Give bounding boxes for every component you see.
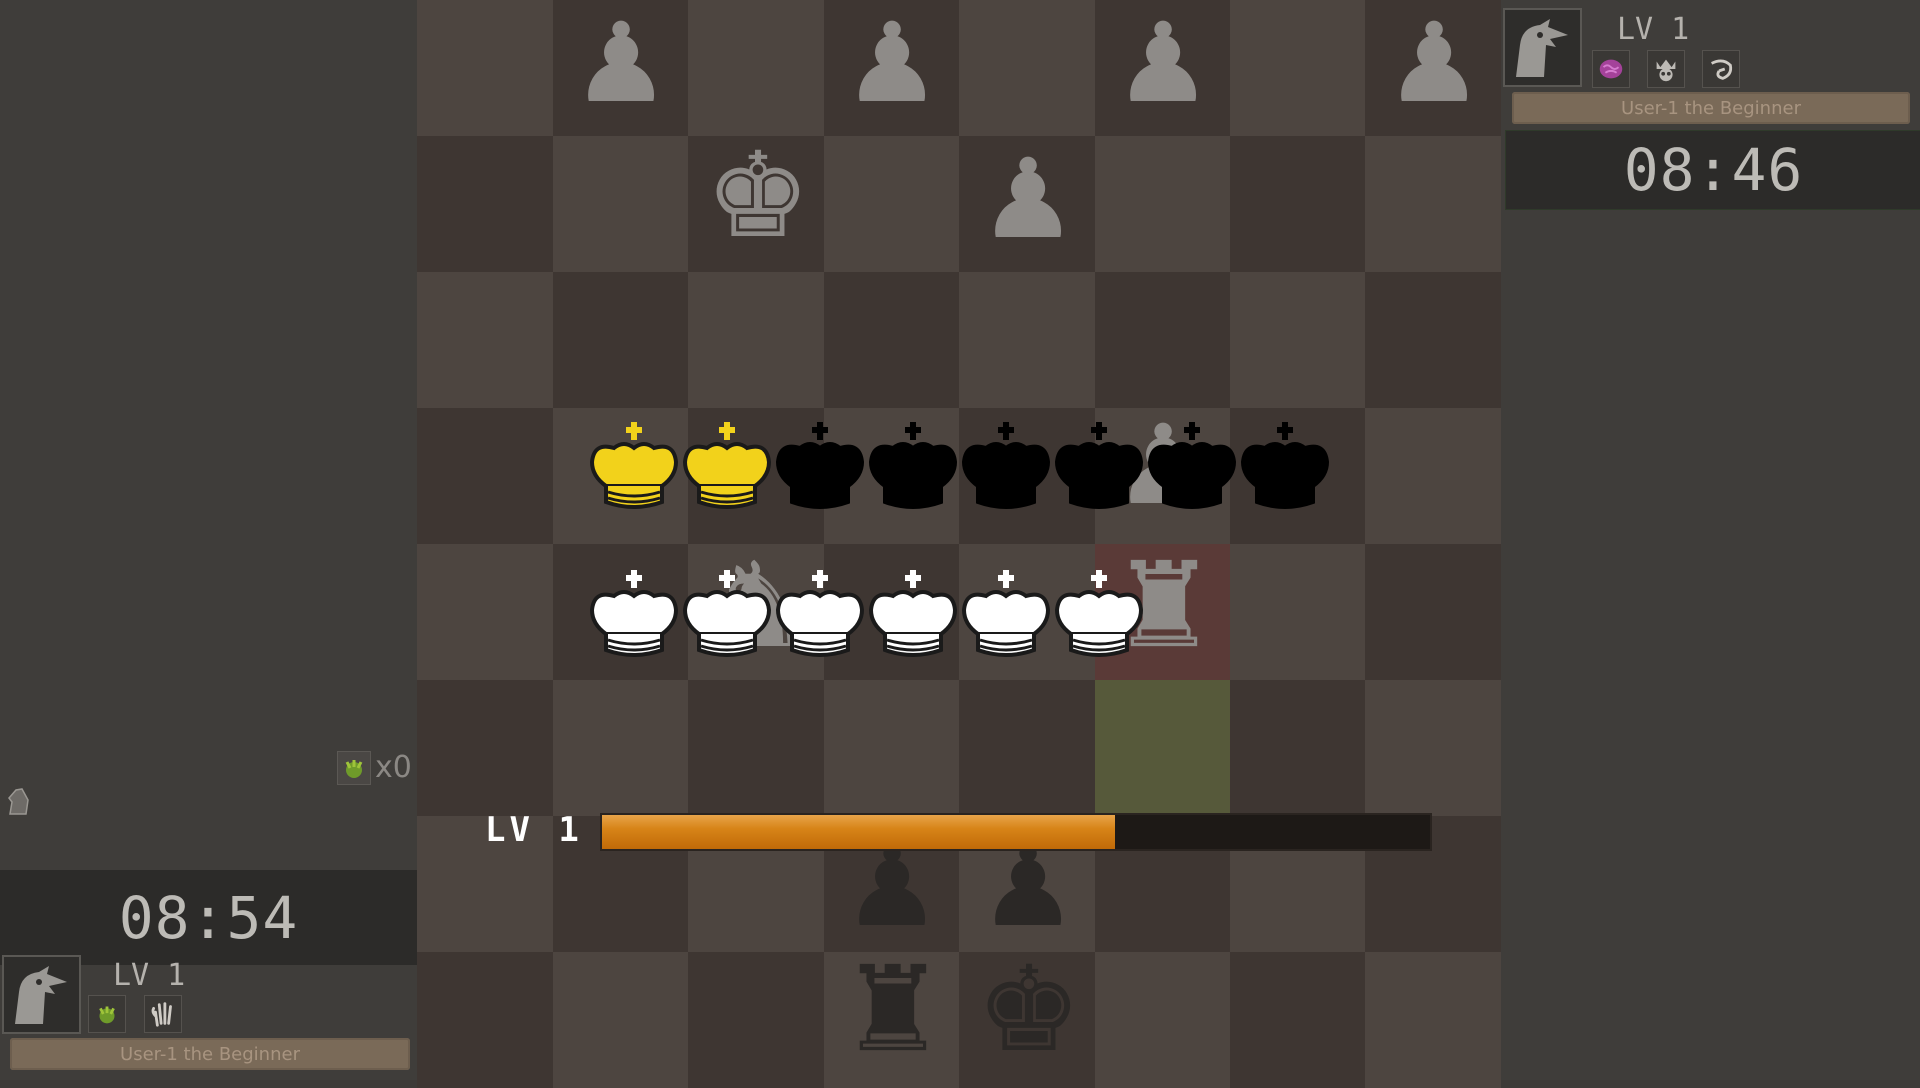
- player-clock: 08:54: [0, 870, 417, 965]
- opponent-nameplate: User-1 the Beginner: [1512, 92, 1910, 124]
- board-square[interactable]: [417, 680, 553, 816]
- white-king-crown: [682, 570, 772, 657]
- board-square[interactable]: [1364, 408, 1501, 544]
- chess-board[interactable]: ♟ ♟ ♟ ♟ ♚ ♟ ♟ ♞ ♜ ♟ ♟ ♜ ♚: [417, 0, 1501, 1088]
- board-square[interactable]: [687, 680, 824, 816]
- white-king-crown: [775, 570, 865, 657]
- skull-crown-icon[interactable]: [1647, 50, 1685, 88]
- board-square[interactable]: [1229, 680, 1366, 816]
- opponent-avatar[interactable]: [1503, 8, 1582, 87]
- board-square[interactable]: [417, 0, 553, 136]
- swirl-claw-icon[interactable]: [1702, 50, 1740, 88]
- player-king[interactable]: ♚: [976, 950, 1082, 1068]
- board-square[interactable]: [417, 952, 553, 1088]
- board-square[interactable]: [1364, 272, 1501, 408]
- board-square[interactable]: [1229, 544, 1366, 680]
- board-square[interactable]: [1093, 680, 1230, 816]
- hand-icon[interactable]: [144, 995, 182, 1033]
- black-king-crown: [1054, 422, 1144, 509]
- board-square[interactable]: [417, 272, 553, 408]
- board-square[interactable]: [417, 136, 553, 272]
- gold-king-crown: [682, 422, 772, 509]
- xp-bar-fill: [602, 815, 1116, 849]
- black-king-crown: [1147, 422, 1237, 509]
- board-square[interactable]: [1093, 952, 1230, 1088]
- gold-king-crown: [589, 422, 679, 509]
- board-square[interactable]: [552, 680, 689, 816]
- board-square[interactable]: [958, 680, 1095, 816]
- player-level: LV 1: [113, 958, 186, 993]
- player-rook[interactable]: ♜: [840, 950, 946, 1068]
- board-square[interactable]: [1229, 272, 1366, 408]
- xp-bar: [600, 813, 1432, 851]
- board-square[interactable]: [1364, 136, 1501, 272]
- brain-icon[interactable]: [1592, 50, 1630, 88]
- opponent-panel: LV 1 User-1 the Beginner 08:46: [1500, 0, 1920, 1080]
- black-king[interactable]: ♚: [705, 136, 811, 254]
- board-square[interactable]: [552, 952, 689, 1088]
- board-square[interactable]: [1364, 544, 1501, 680]
- white-king-crown: [589, 570, 679, 657]
- board-square[interactable]: [417, 408, 553, 544]
- board-square[interactable]: [1364, 680, 1501, 816]
- counter-text: x0: [375, 750, 412, 785]
- xp-level-label: LV 1: [485, 810, 583, 850]
- opponent-clock: 08:46: [1505, 130, 1920, 210]
- black-king-crown: [961, 422, 1051, 509]
- player-nameplate: User-1 the Beginner: [10, 1038, 410, 1070]
- board-square[interactable]: [823, 136, 960, 272]
- knight-move-icon[interactable]: [6, 786, 32, 816]
- white-king-crown: [1054, 570, 1144, 657]
- board-square[interactable]: [687, 952, 824, 1088]
- green-claw-icon: [337, 750, 371, 785]
- black-pawn[interactable]: ♟: [569, 8, 673, 118]
- board-square[interactable]: [687, 272, 824, 408]
- ability-counter: x0: [337, 750, 412, 785]
- white-king-crown: [868, 570, 958, 657]
- player-avatar[interactable]: [2, 955, 81, 1034]
- player-panel: x0 08:54 LV 1 User-1 the Beginner: [0, 0, 417, 1080]
- crow-icon: [1515, 18, 1568, 77]
- board-square[interactable]: [417, 544, 553, 680]
- board-square[interactable]: [1093, 272, 1230, 408]
- board-square[interactable]: [552, 272, 689, 408]
- black-king-crown: [775, 422, 865, 509]
- black-pawn[interactable]: ♟: [1111, 8, 1215, 118]
- board-square[interactable]: [1229, 952, 1366, 1088]
- board-square[interactable]: [552, 136, 689, 272]
- black-pawn[interactable]: ♟: [1382, 8, 1486, 118]
- board-square[interactable]: [687, 0, 824, 136]
- board-square[interactable]: [823, 272, 960, 408]
- board-square[interactable]: [1229, 0, 1366, 136]
- board-square[interactable]: [958, 0, 1095, 136]
- green-claw-icon[interactable]: [88, 995, 126, 1033]
- opponent-level: LV 1: [1617, 12, 1690, 47]
- black-pawn[interactable]: ♟: [976, 144, 1080, 254]
- white-king-crown: [961, 570, 1051, 657]
- board-square[interactable]: [958, 272, 1095, 408]
- board-square[interactable]: [1229, 136, 1366, 272]
- crow-icon: [14, 965, 67, 1024]
- board-square[interactable]: [1364, 952, 1501, 1088]
- board-square[interactable]: [823, 680, 960, 816]
- black-pawn[interactable]: ♟: [840, 8, 944, 118]
- black-king-crown: [868, 422, 958, 509]
- black-king-crown: [1240, 422, 1330, 509]
- board-square[interactable]: [1093, 136, 1230, 272]
